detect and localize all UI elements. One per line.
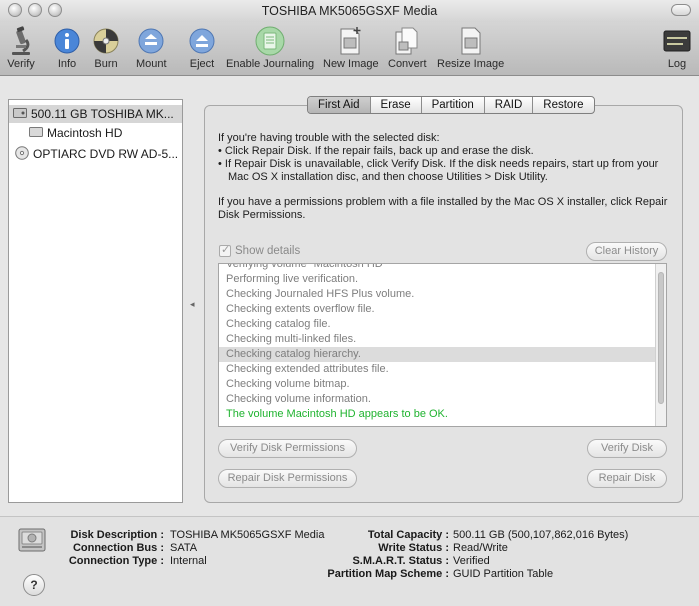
toolbar-mount-label: Mount xyxy=(136,58,167,70)
write-status-label: Write Status : xyxy=(378,542,449,554)
instructions-bullet-repair: • Click Repair Disk. If the repair fails… xyxy=(218,145,534,157)
toolbar-resize-image-label: Resize Image xyxy=(437,58,505,70)
smart-status-value: Verified xyxy=(453,555,490,567)
toolbar-eject[interactable]: Eject xyxy=(187,26,217,70)
toolbar-log[interactable]: Log xyxy=(662,26,692,70)
sidebar-item-toshiba-disk[interactable]: 500.11 GB TOSHIBA MK... xyxy=(9,105,182,123)
log-line: Checking volume bitmap. xyxy=(226,378,350,390)
log-line: Checking multi-linked files. xyxy=(226,333,357,345)
splitter-handle[interactable]: ◂ xyxy=(190,299,195,310)
total-capacity-value: 500.11 GB (500,107,862,016 Bytes) xyxy=(453,529,629,541)
toolbar-resize-image[interactable]: Resize Image xyxy=(437,26,504,70)
convert-icon xyxy=(392,26,422,56)
help-button[interactable]: ? xyxy=(23,574,45,596)
total-capacity-label: Total Capacity : xyxy=(367,529,449,541)
write-status-value: Read/Write xyxy=(453,542,508,554)
toolbar-info[interactable]: Info xyxy=(52,26,82,70)
journal-icon xyxy=(255,26,285,56)
verify-disk-button[interactable]: Verify Disk xyxy=(587,439,667,458)
show-details-checkbox[interactable]: Show details xyxy=(219,243,301,257)
show-details-label: Show details xyxy=(235,245,301,257)
log-scrollbar[interactable] xyxy=(655,264,666,426)
connection-type-label: Connection Type : xyxy=(68,555,164,567)
toolbar-burn[interactable]: Burn xyxy=(91,26,121,70)
hard-disk-icon xyxy=(13,107,27,122)
connection-type-value: Internal xyxy=(170,555,207,567)
resize-image-icon xyxy=(456,26,486,56)
toolbar-enable-journaling-label: Enable Journaling xyxy=(226,58,315,70)
tab-restore[interactable]: Restore xyxy=(533,97,593,113)
checkbox-checked-icon xyxy=(219,243,231,257)
log-line: Verifying volume "Macintosh HD" xyxy=(226,263,387,270)
log-icon xyxy=(662,26,692,56)
sidebar-item-macintosh-hd[interactable]: Macintosh HD xyxy=(9,124,182,142)
microscope-icon xyxy=(6,26,36,56)
new-image-icon xyxy=(336,26,366,56)
smart-status-label: S.M.A.R.T. Status : xyxy=(352,555,449,567)
eject-icon xyxy=(187,26,217,56)
instructions-bullet-verify: • If Repair Disk is unavailable, click V… xyxy=(218,158,659,183)
sidebar-item-label: 500.11 GB TOSHIBA MK... xyxy=(31,107,174,121)
log-line: Checking Journaled HFS Plus volume. xyxy=(226,288,415,300)
optical-drive-icon xyxy=(15,145,29,163)
toolbar-burn-label: Burn xyxy=(94,58,118,70)
connection-bus-value: SATA xyxy=(170,542,198,554)
log-line: Checking extents overflow file. xyxy=(226,303,375,315)
toolbar-eject-label: Eject xyxy=(189,58,215,70)
toolbar-convert-label: Convert xyxy=(388,58,427,70)
verify-disk-permissions-button[interactable]: Verify Disk Permissions xyxy=(218,439,357,458)
log-line: Performing live verification. xyxy=(226,273,359,285)
log-scrollbar-thumb[interactable] xyxy=(658,272,664,404)
volume-icon xyxy=(29,126,43,141)
log-line-highlighted: Checking catalog hierarchy. xyxy=(219,347,666,362)
tab-first-aid[interactable]: First Aid xyxy=(308,97,371,113)
log-line-success: The volume Macintosh HD appears to be OK… xyxy=(226,408,448,420)
toolbar-mount[interactable]: Mount xyxy=(136,26,167,70)
partition-map-scheme-label: Partition Map Scheme : xyxy=(327,568,449,580)
toolbar-convert[interactable]: Convert xyxy=(388,26,427,70)
toolbar: Verify Info Burn Mount Eject Enable Jour… xyxy=(0,22,699,76)
toolbar-log-label: Log xyxy=(667,58,687,70)
first-aid-instructions: If you're having trouble with the select… xyxy=(218,132,670,222)
window-title: TOSHIBA MK5065GSXF Media xyxy=(261,4,438,18)
tab-partition[interactable]: Partition xyxy=(422,97,485,113)
instructions-intro: If you're having trouble with the select… xyxy=(218,132,440,144)
toolbar-verify-label: Verify xyxy=(7,58,35,70)
toolbar-toggle-button[interactable] xyxy=(671,4,691,16)
disk-description-label: Disk Description : xyxy=(70,529,164,541)
title-bar: TOSHIBA MK5065GSXF Media xyxy=(0,0,699,22)
disk-info-hard-disk-icon xyxy=(17,525,49,558)
toolbar-enable-journaling[interactable]: Enable Journaling xyxy=(226,26,314,70)
toolbar-verify[interactable]: Verify xyxy=(6,26,36,70)
log-line: Checking catalog file. xyxy=(226,318,331,330)
instructions-permissions: If you have a permissions problem with a… xyxy=(218,196,668,221)
clear-history-button[interactable]: Clear History xyxy=(586,242,667,261)
info-icon xyxy=(52,26,82,56)
sidebar-item-optiarc-dvd[interactable]: OPTIARC DVD RW AD-5... xyxy=(9,145,182,163)
sidebar-item-label: Macintosh HD xyxy=(47,126,123,140)
repair-disk-permissions-button[interactable]: Repair Disk Permissions xyxy=(218,469,357,488)
toolbar-info-label: Info xyxy=(57,58,77,70)
disk-utility-window: TOSHIBA MK5065GSXF Media Verify Info Bur… xyxy=(0,0,699,606)
repair-disk-button[interactable]: Repair Disk xyxy=(587,469,667,488)
sidebar-item-label: OPTIARC DVD RW AD-5... xyxy=(33,147,179,161)
disk-list-sidebar: 500.11 GB TOSHIBA MK... Macintosh HD OPT… xyxy=(8,99,183,503)
tab-raid[interactable]: RAID xyxy=(485,97,534,113)
mount-icon xyxy=(136,26,166,56)
burn-icon xyxy=(91,26,121,56)
partition-map-scheme-value: GUID Partition Table xyxy=(453,568,554,580)
first-aid-log: Verifying volume "Macintosh HD" Performi… xyxy=(218,263,667,427)
tab-bar: First Aid Erase Partition RAID Restore xyxy=(307,96,595,114)
tab-erase[interactable]: Erase xyxy=(371,97,422,113)
connection-bus-label: Connection Bus : xyxy=(72,542,164,554)
log-line: Checking extended attributes file. xyxy=(226,363,389,375)
disk-description-value: TOSHIBA MK5065GSXF Media xyxy=(170,529,325,541)
log-line: Checking volume information. xyxy=(226,393,371,405)
toolbar-new-image[interactable]: New Image xyxy=(323,26,379,70)
toolbar-new-image-label: New Image xyxy=(323,58,379,70)
